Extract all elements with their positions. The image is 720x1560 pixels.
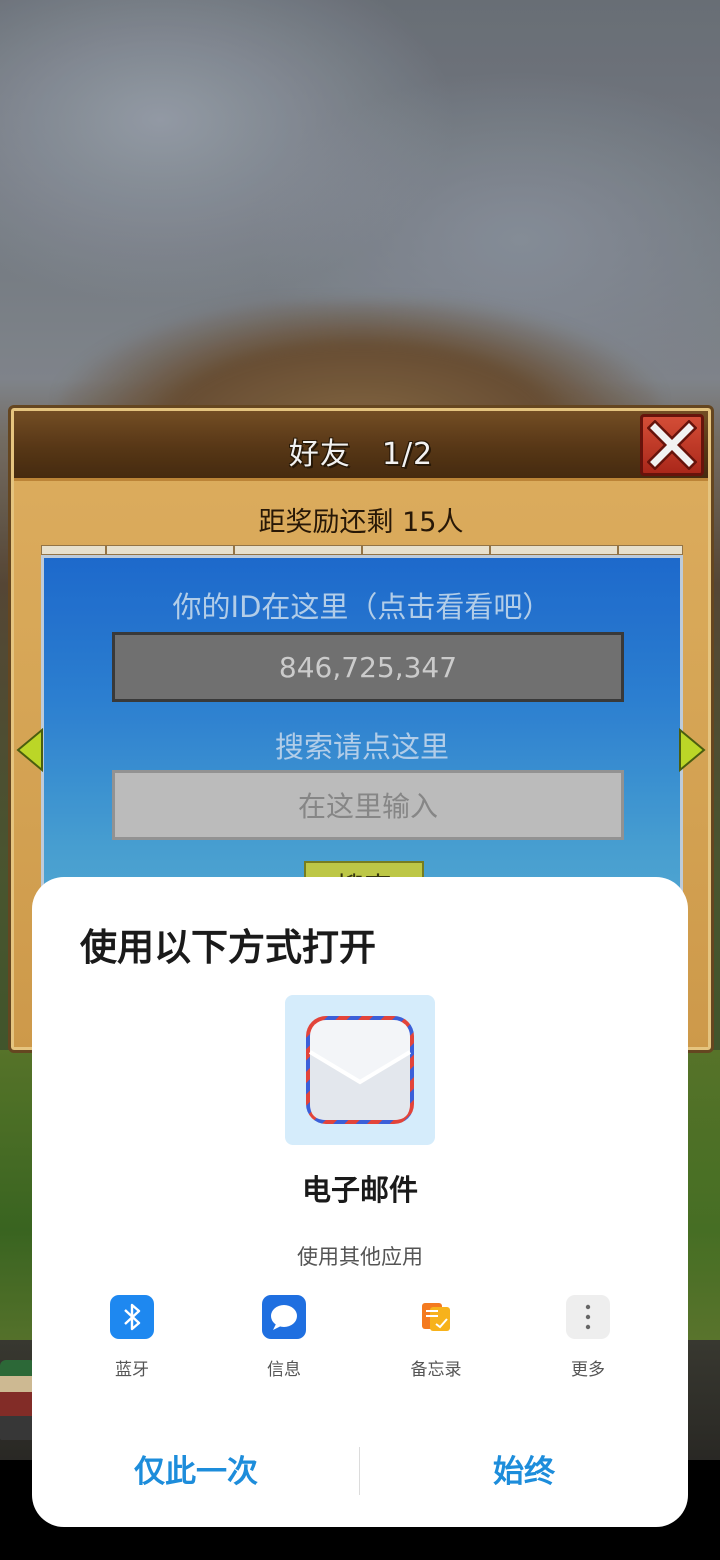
share-item-messages[interactable]: 信息	[224, 1295, 344, 1380]
share-targets-row: 蓝牙 信息 备忘录 更多	[32, 1295, 688, 1385]
just-once-button[interactable]: 仅此一次	[32, 1447, 360, 1497]
open-with-sheet: 使用以下方式打开 电子邮件 使用其他应用 蓝牙 信息 备忘录 更多 仅此一次 始…	[32, 877, 688, 1527]
message-icon	[262, 1295, 306, 1339]
share-item-label: 备忘录	[410, 1360, 462, 1380]
other-apps-label: 使用其他应用	[297, 1245, 423, 1269]
email-icon	[306, 1016, 414, 1124]
always-button[interactable]: 始终	[360, 1447, 688, 1497]
share-item-label: 信息	[267, 1360, 301, 1380]
share-item-notes[interactable]: 备忘录	[376, 1295, 496, 1380]
share-item-label: 更多	[571, 1360, 605, 1380]
share-item-label: 蓝牙	[115, 1360, 149, 1380]
share-item-bluetooth[interactable]: 蓝牙	[72, 1295, 192, 1380]
notes-icon	[414, 1295, 458, 1339]
bluetooth-icon	[110, 1295, 154, 1339]
sheet-actions: 仅此一次 始终	[32, 1447, 688, 1497]
share-item-more[interactable]: 更多	[528, 1295, 648, 1380]
email-app-label: 电子邮件	[301, 1173, 418, 1207]
more-icon	[566, 1295, 610, 1339]
sheet-title: 使用以下方式打开	[80, 926, 376, 969]
email-app-button[interactable]	[285, 995, 435, 1145]
